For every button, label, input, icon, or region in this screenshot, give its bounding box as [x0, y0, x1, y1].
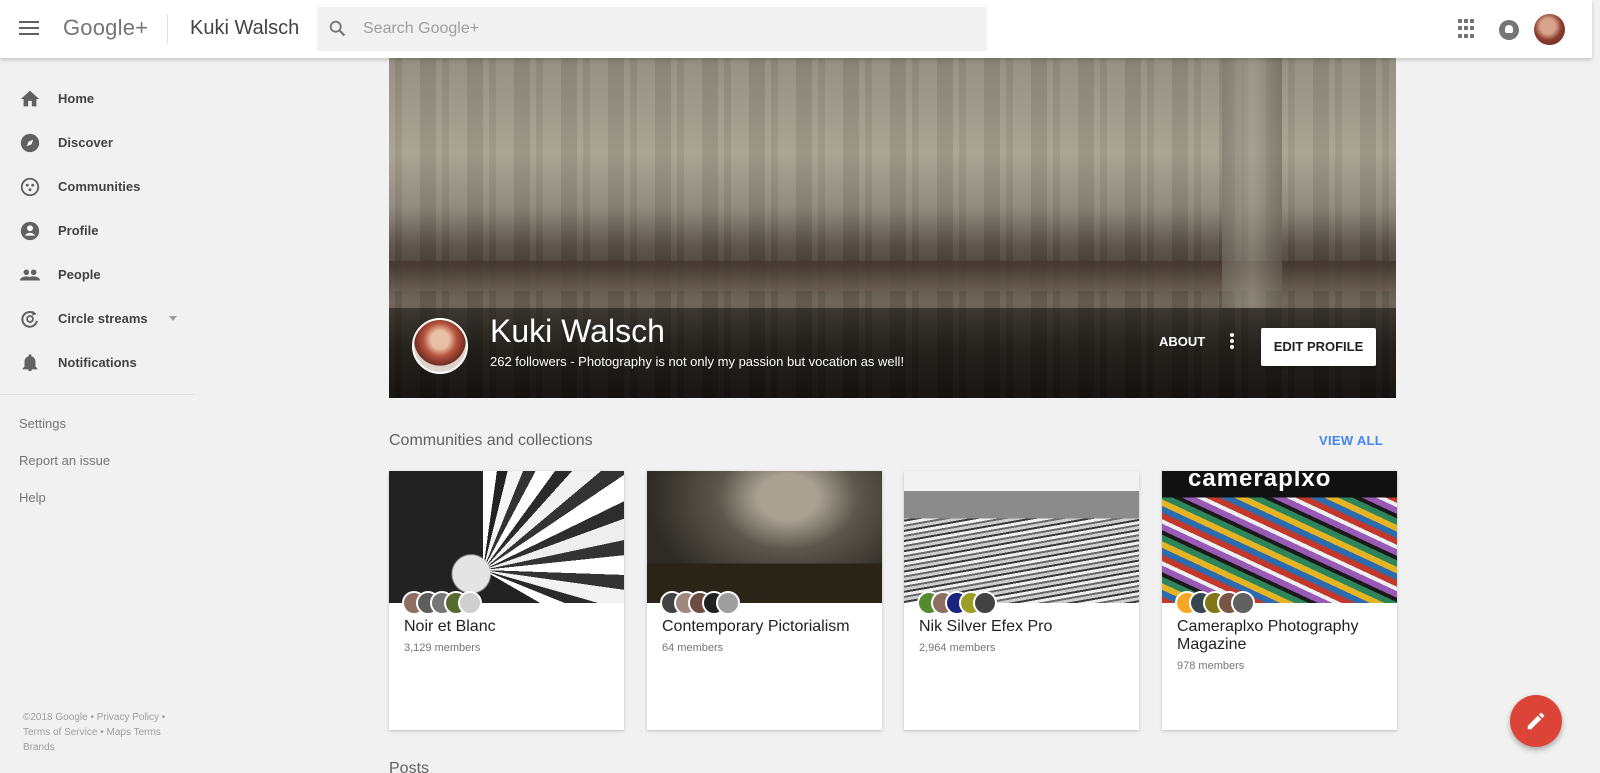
page-scrollbar[interactable] [1592, 0, 1600, 773]
community-members: 3,129 members [404, 642, 481, 654]
sidebar-item-label: Communities [58, 179, 141, 194]
community-card[interactable]: Nik Silver Efex Pro 2,964 members [904, 471, 1139, 730]
sidebar-divider [0, 394, 195, 395]
people-icon [19, 269, 41, 281]
community-image [647, 471, 882, 603]
header-divider [167, 14, 168, 44]
page-title: Kuki Walsch [190, 17, 300, 39]
community-card[interactable]: Noir et Blanc 3,129 members [389, 471, 624, 730]
sidebar-item-home[interactable]: Home [0, 76, 195, 120]
profile-cover: Kuki Walsch 262 followers - Photography … [389, 58, 1396, 398]
compose-button[interactable] [1510, 695, 1562, 747]
sidebar-item-communities[interactable]: Communities [0, 164, 195, 208]
community-title: Cameraplxo Photography Magazine [1177, 618, 1359, 653]
community-members: 64 members [662, 642, 724, 654]
sidebar-item-circle-streams[interactable]: Circle streams [0, 296, 195, 340]
search-input[interactable] [363, 17, 963, 41]
apps-grid-icon[interactable] [1458, 19, 1478, 39]
community-card[interactable]: Contemporary Pictorialism 64 members [647, 471, 882, 730]
sidebar-item-discover[interactable]: Discover [0, 120, 195, 164]
notifications-icon[interactable] [1499, 20, 1519, 40]
community-title: Noir et Blanc [404, 618, 496, 635]
community-title: Nik Silver Efex Pro [919, 618, 1053, 635]
report-issue-link[interactable]: Report an issue [19, 453, 110, 468]
terms-of-service-link[interactable]: Terms of Service [23, 727, 97, 738]
community-title: Contemporary Pictorialism [662, 618, 850, 635]
search-icon[interactable] [327, 18, 349, 40]
copyright-link[interactable]: ©2018 Google [23, 712, 88, 723]
menu-icon[interactable] [14, 17, 44, 43]
google-plus-logo[interactable]: Google+ [63, 15, 148, 41]
home-icon [20, 90, 40, 107]
profile-icon [20, 221, 40, 241]
pencil-icon [1527, 712, 1545, 730]
community-members: 2,964 members [919, 642, 996, 654]
maps-terms-link[interactable]: Maps Terms [107, 727, 161, 738]
more-vert-icon[interactable] [1227, 332, 1237, 352]
posts-section-title: Posts [389, 760, 430, 773]
sidebar-footer: ©2018 Google • Privacy Policy • Terms of… [23, 712, 166, 753]
privacy-policy-link[interactable]: Privacy Policy [97, 712, 159, 723]
sidebar-item-notifications[interactable]: Notifications [0, 340, 195, 384]
sidebar-item-profile[interactable]: Profile [0, 208, 195, 252]
community-members: 978 members [1177, 660, 1245, 672]
sidebar-item-label: Discover [58, 135, 113, 150]
sidebar-item-label: Home [58, 91, 95, 106]
member-avatar [716, 591, 740, 615]
settings-link[interactable]: Settings [19, 416, 66, 431]
search-bar[interactable] [317, 7, 987, 51]
magazine-logo: cameraplxo [1188, 471, 1332, 492]
chevron-down-icon[interactable] [169, 316, 177, 321]
sidebar-item-people[interactable]: People [0, 252, 195, 296]
profile-name: Kuki Walsch [490, 313, 665, 349]
sidebar-item-label: Profile [58, 223, 99, 238]
collections-section-title: Communities and collections [389, 432, 593, 449]
help-link[interactable]: Help [19, 490, 46, 505]
sidebar-item-label: People [58, 267, 101, 282]
community-card[interactable]: cameraplxo Cameraplxo Photography Magazi… [1162, 471, 1397, 730]
sidebar: Home Discover Communities Profile People… [0, 58, 195, 773]
profile-description: 262 followers - Photography is not only … [490, 354, 905, 369]
top-bar: Google+ Kuki Walsch [0, 0, 1592, 58]
compass-icon [20, 133, 40, 153]
member-avatar [973, 591, 997, 615]
sidebar-item-label: Circle streams [58, 311, 148, 326]
member-avatar [1231, 591, 1255, 615]
account-avatar[interactable] [1534, 14, 1565, 45]
cover-tower [1222, 58, 1282, 308]
community-image [389, 471, 624, 603]
profile-avatar[interactable] [412, 318, 468, 374]
sidebar-item-label: Notifications [58, 355, 137, 370]
bell-icon [22, 354, 38, 372]
community-image [904, 471, 1139, 603]
circle-streams-icon [21, 310, 38, 328]
brands-link[interactable]: Brands [23, 742, 55, 753]
edit-profile-button[interactable]: EDIT PROFILE [1261, 328, 1376, 366]
view-all-button[interactable]: VIEW ALL [1319, 433, 1383, 448]
member-avatar [458, 591, 482, 615]
community-image: cameraplxo [1162, 471, 1397, 603]
communities-icon [20, 177, 40, 197]
about-button[interactable]: ABOUT [1159, 334, 1205, 349]
